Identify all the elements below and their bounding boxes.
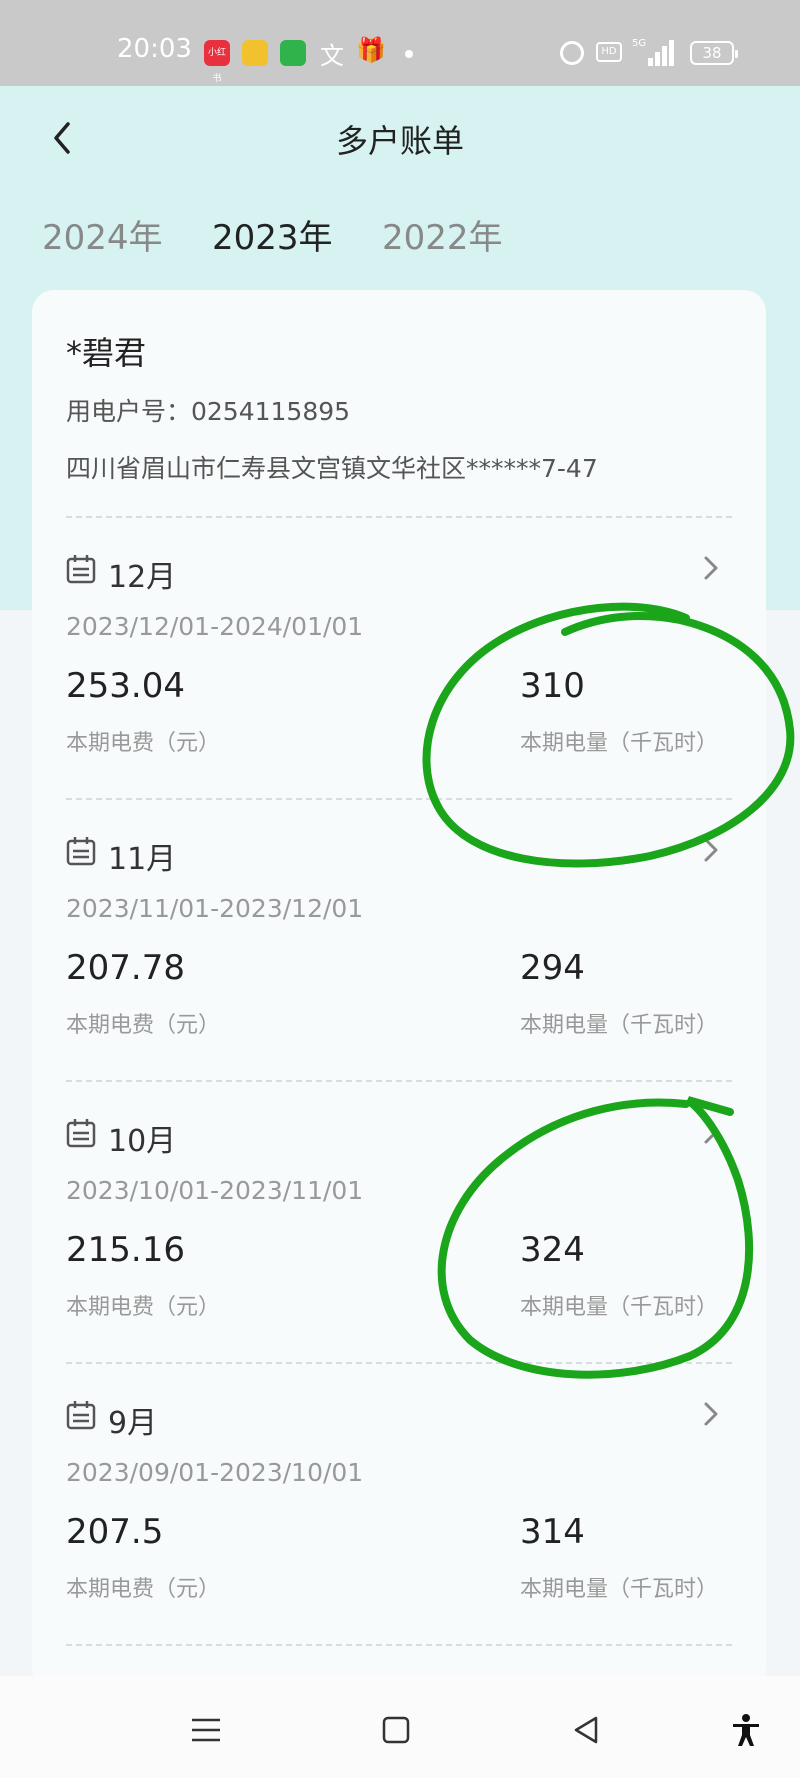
notes-app-icon (242, 40, 268, 66)
status-bar: 20:03 小红书 文 🎁 HD 5G 38 (0, 0, 800, 86)
fee-label: 本期电费（元） (66, 1577, 221, 1602)
kwh-label: 本期电量（千瓦时） (520, 1577, 719, 1602)
xiaohongshu-icon: 小红书 (204, 40, 230, 84)
chevron-right-icon[interactable] (698, 1116, 724, 1148)
translate-icon: 文 (320, 42, 344, 70)
month-label: 12月 (108, 560, 177, 595)
kwh-value: 314 (520, 1512, 585, 1552)
kwh-value: 324 (520, 1230, 585, 1270)
signal-icon: 5G (632, 38, 674, 66)
network-type-label: 5G (632, 38, 647, 49)
fee-label: 本期电费（元） (66, 1295, 221, 1320)
fee-label: 本期电费（元） (66, 731, 221, 756)
bill-period: 2023/12/01-2024/01/01 (66, 612, 364, 641)
kwh-value: 294 (520, 948, 585, 988)
page-title: 多户账单 (335, 122, 464, 160)
account-number: 用电户号：0254115895 (66, 397, 351, 426)
status-time: 20:03 (117, 34, 192, 64)
fee-value: 207.5 (66, 1512, 164, 1552)
divider (66, 516, 732, 518)
messages-app-icon (280, 40, 306, 66)
chevron-right-icon[interactable] (698, 834, 724, 866)
bill-item[interactable]: 12月 2023/12/01-2024/01/01 253.04 本期电费（元）… (32, 520, 766, 800)
battery-icon: 38 (690, 41, 738, 65)
calendar-icon (66, 1119, 96, 1148)
bill-item[interactable]: 10月 2023/10/01-2023/11/01 215.16 本期电费（元）… (32, 1084, 766, 1364)
bill-period: 2023/10/01-2023/11/01 (66, 1176, 364, 1205)
month-label: 11月 (108, 842, 177, 877)
tab-2023[interactable]: 2023年 (212, 210, 333, 259)
home-square-icon[interactable] (378, 1712, 414, 1748)
month-label: 9月 (108, 1406, 158, 1441)
kwh-label: 本期电量（千瓦时） (520, 731, 719, 756)
bill-item[interactable]: 9月 2023/09/01-2023/10/01 207.5 本期电费（元） 3… (32, 1366, 766, 1646)
calendar-icon (66, 837, 96, 866)
kwh-label: 本期电量（千瓦时） (520, 1013, 719, 1038)
fee-value: 253.04 (66, 666, 185, 706)
chevron-right-icon[interactable] (698, 1398, 724, 1430)
kwh-label: 本期电量（千瓦时） (520, 1295, 719, 1320)
chevron-right-icon[interactable] (698, 552, 724, 584)
calendar-icon (66, 1401, 96, 1430)
month-label: 10月 (108, 1124, 177, 1159)
fee-value: 207.78 (66, 948, 185, 988)
alarm-icon (560, 41, 584, 65)
bill-item[interactable]: 11月 2023/11/01-2023/12/01 207.78 本期电费（元）… (32, 802, 766, 1082)
bill-period: 2023/11/01-2023/12/01 (66, 894, 364, 923)
divider (66, 1644, 732, 1646)
tab-2022[interactable]: 2022年 (382, 210, 503, 259)
fee-label: 本期电费（元） (66, 1013, 221, 1038)
divider (66, 798, 732, 800)
system-nav-bar (0, 1676, 800, 1778)
tab-2024[interactable]: 2024年 (42, 210, 163, 259)
bill-period: 2023/09/01-2023/10/01 (66, 1458, 364, 1487)
divider (66, 1080, 732, 1082)
calendar-icon (66, 555, 96, 584)
menu-icon[interactable] (188, 1712, 224, 1748)
divider (66, 1362, 732, 1364)
fee-value: 215.16 (66, 1230, 185, 1270)
notification-dot-icon (405, 50, 413, 58)
gift-icon: 🎁 (356, 36, 386, 64)
bill-card: *碧君 用电户号：0254115895 四川省眉山市仁寿县文宫镇文华社区****… (32, 290, 766, 1690)
account-name: *碧君 (66, 334, 147, 372)
account-address: 四川省眉山市仁寿县文宫镇文华社区******7-47 (66, 454, 598, 483)
back-triangle-icon[interactable] (568, 1712, 604, 1748)
hd-icon: HD (596, 42, 622, 62)
accessibility-icon[interactable] (728, 1712, 764, 1748)
kwh-value: 310 (520, 666, 585, 706)
